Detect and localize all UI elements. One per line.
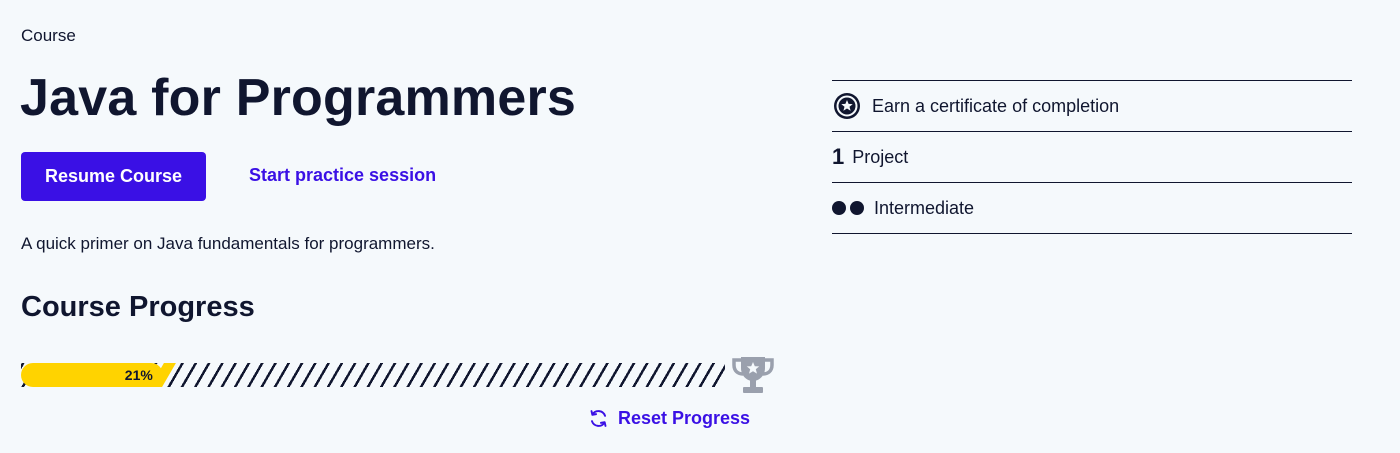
start-practice-session-link[interactable]: Start practice session	[249, 165, 436, 186]
certificate-row: Earn a certificate of completion	[832, 81, 1352, 132]
trophy-icon	[732, 357, 774, 393]
certificate-label: Earn a certificate of completion	[872, 95, 1120, 116]
course-details-list: Earn a certificate of completion 1 Proje…	[832, 80, 1352, 234]
project-count: 1	[832, 144, 845, 169]
project-label: Project	[852, 146, 909, 167]
reset-progress-label: Reset Progress	[618, 408, 751, 428]
certificate-star-icon	[834, 93, 860, 119]
level-dots-icon	[832, 201, 864, 215]
refresh-icon	[590, 410, 607, 427]
course-description: A quick primer on Java fundamentals for …	[21, 234, 435, 253]
level-row: Intermediate	[832, 183, 1352, 234]
progress-percent-label: 21%	[124, 367, 153, 383]
level-label: Intermediate	[874, 197, 975, 218]
course-progress-heading: Course Progress	[21, 291, 255, 323]
level-dot	[850, 201, 864, 215]
reset-progress-button[interactable]: Reset Progress	[588, 408, 750, 429]
page-title: Java for Programmers	[20, 69, 577, 127]
project-row: 1 Project	[832, 132, 1352, 183]
course-eyebrow: Course	[21, 26, 76, 45]
level-dot	[832, 201, 846, 215]
progress-fill: 21%	[21, 363, 163, 387]
resume-course-button[interactable]: Resume Course	[21, 152, 206, 201]
course-progress-bar: 21%	[21, 363, 725, 387]
